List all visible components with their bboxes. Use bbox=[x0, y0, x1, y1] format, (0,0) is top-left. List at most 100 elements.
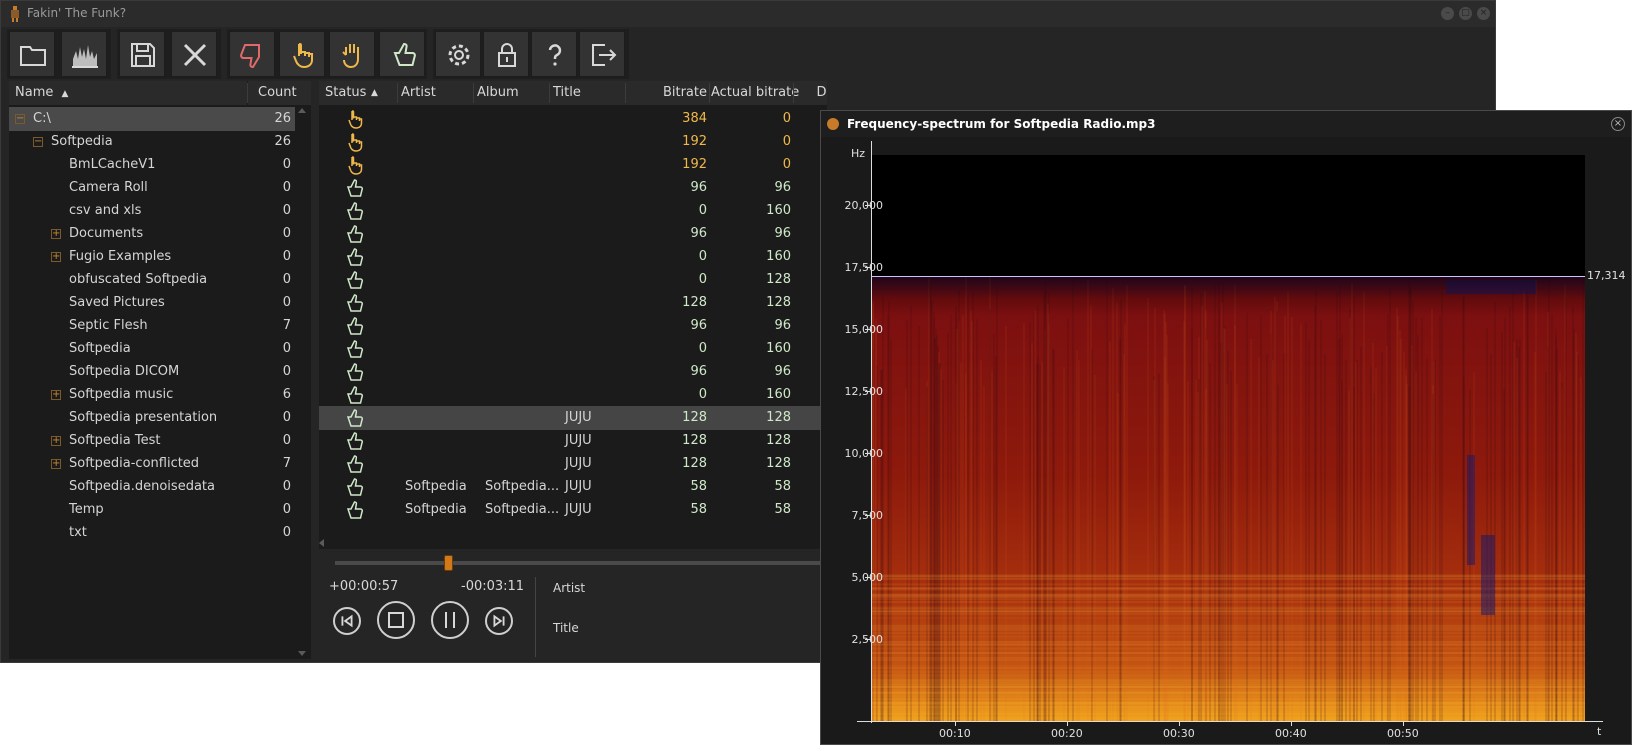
tree-item-label: Softpedia bbox=[69, 341, 131, 356]
settings-button[interactable] bbox=[435, 31, 481, 77]
table-row[interactable]: 0 128 bbox=[319, 268, 827, 292]
thumbs-up-icon bbox=[345, 201, 365, 221]
tree-item-count: 0 bbox=[282, 180, 291, 195]
previous-button[interactable] bbox=[333, 607, 361, 635]
table-row[interactable]: 0 160 bbox=[319, 199, 827, 223]
cutoff-line bbox=[871, 276, 1585, 277]
table-row[interactable]: 96 96 bbox=[319, 222, 827, 246]
table-row[interactable]: 96 96 bbox=[319, 176, 827, 200]
pointing-hand-icon bbox=[345, 155, 365, 175]
collapse-icon[interactable]: − bbox=[33, 137, 43, 147]
tree-item[interactable]: Softpedia DICOM 0 bbox=[9, 360, 295, 384]
tree-item[interactable]: + Documents 0 bbox=[9, 222, 295, 246]
cell-actual: 128 bbox=[766, 456, 791, 471]
table-row[interactable]: 128 128 bbox=[319, 291, 827, 315]
open-folder-button[interactable] bbox=[9, 31, 55, 77]
tree-scrollbar[interactable] bbox=[297, 107, 307, 657]
cell-artist: Softpedia bbox=[405, 479, 467, 494]
expand-icon[interactable]: + bbox=[51, 459, 61, 469]
tree-item-label: Softpedia DICOM bbox=[69, 364, 180, 379]
table-row[interactable]: 96 96 bbox=[319, 314, 827, 338]
table-row[interactable]: 192 0 bbox=[319, 130, 827, 154]
expand-icon[interactable]: + bbox=[51, 229, 61, 239]
expand-icon[interactable]: + bbox=[51, 436, 61, 446]
tree-item[interactable]: BmLCacheV1 0 bbox=[9, 153, 295, 177]
table-row[interactable]: 0 160 bbox=[319, 245, 827, 269]
tree-item[interactable]: + Softpedia Test 0 bbox=[9, 429, 295, 453]
tree-item[interactable]: + Fugio Examples 0 bbox=[9, 245, 295, 269]
column-separator bbox=[709, 83, 710, 103]
thumbs-down-button[interactable] bbox=[229, 31, 275, 77]
spectrum-title-bar: Frequency-spectrum for Softpedia Radio.m… bbox=[821, 111, 1631, 137]
pointing-hand-button[interactable] bbox=[279, 31, 325, 77]
tree-header-name[interactable]: Name ▲ bbox=[9, 81, 247, 105]
expand-icon[interactable]: + bbox=[51, 390, 61, 400]
cell-bitrate: 128 bbox=[682, 295, 707, 310]
stop-button[interactable] bbox=[377, 601, 415, 639]
table-row[interactable]: JUJU 128 128 bbox=[319, 406, 827, 430]
table-row[interactable]: Softpedia Softpedia... JUJU 58 58 bbox=[319, 498, 827, 522]
tree-item[interactable]: Softpedia 0 bbox=[9, 337, 295, 361]
help-button[interactable] bbox=[531, 31, 577, 77]
thumbs-up-button[interactable] bbox=[379, 31, 425, 77]
column-header[interactable]: Album bbox=[477, 81, 547, 105]
spectrum-button[interactable] bbox=[61, 31, 107, 77]
tree-item[interactable]: + Softpedia music 6 bbox=[9, 383, 295, 407]
pause-button[interactable] bbox=[431, 601, 469, 639]
tree-item[interactable]: Softpedia.denoisedata 0 bbox=[9, 475, 295, 499]
lock-button[interactable] bbox=[483, 31, 529, 77]
table-row[interactable]: 0 160 bbox=[319, 383, 827, 407]
column-header[interactable]: Status bbox=[325, 81, 395, 105]
close-icon[interactable]: × bbox=[1477, 7, 1490, 20]
cell-bitrate: 96 bbox=[690, 180, 707, 195]
minimize-icon[interactable]: – bbox=[1441, 7, 1454, 20]
tree-item[interactable]: txt 0 bbox=[9, 521, 295, 545]
column-header[interactable]: Bitrate bbox=[631, 81, 707, 105]
tree-item[interactable]: Temp 0 bbox=[9, 498, 295, 522]
table-row[interactable]: Softpedia Softpedia... JUJU 58 58 bbox=[319, 475, 827, 499]
seek-bar[interactable] bbox=[335, 561, 827, 565]
tree-item-label: obfuscated Softpedia bbox=[69, 272, 208, 287]
exit-button[interactable] bbox=[579, 31, 625, 77]
cell-actual: 96 bbox=[774, 180, 791, 195]
tree-item-count: 0 bbox=[282, 157, 291, 172]
save-button[interactable] bbox=[119, 31, 165, 77]
tree-item[interactable]: − Softpedia 26 bbox=[9, 130, 295, 154]
tree-item[interactable]: Septic Flesh 7 bbox=[9, 314, 295, 338]
table-row[interactable]: 96 96 bbox=[319, 360, 827, 384]
close-icon[interactable]: × bbox=[1611, 117, 1625, 131]
tree-item[interactable]: Softpedia presentation 0 bbox=[9, 406, 295, 430]
column-header[interactable]: Title bbox=[553, 81, 623, 105]
column-header[interactable]: Duration bbox=[793, 81, 827, 105]
tree-header-count[interactable]: Count bbox=[248, 81, 311, 105]
tree-item[interactable]: obfuscated Softpedia 0 bbox=[9, 268, 295, 292]
tree-item[interactable]: csv and xls 0 bbox=[9, 199, 295, 223]
table-row[interactable]: JUJU 128 128 bbox=[319, 429, 827, 453]
column-header[interactable]: Actual bitrate bbox=[711, 81, 799, 105]
stop-hand-icon bbox=[342, 44, 359, 69]
sort-up-icon: ▲ bbox=[61, 89, 69, 99]
maximize-icon[interactable]: □ bbox=[1459, 7, 1472, 20]
y-tick-mark bbox=[865, 205, 871, 206]
tree-item[interactable]: Saved Pictures 0 bbox=[9, 291, 295, 315]
stop-hand-button[interactable] bbox=[329, 31, 375, 77]
cell-bitrate: 128 bbox=[682, 433, 707, 448]
seek-handle[interactable] bbox=[444, 555, 453, 571]
next-button[interactable] bbox=[485, 607, 513, 635]
cell-actual: 96 bbox=[774, 226, 791, 241]
horizontal-scrollbar[interactable] bbox=[319, 537, 827, 549]
skip-forward-icon bbox=[493, 614, 505, 628]
cell-bitrate: 0 bbox=[698, 387, 707, 402]
table-row[interactable]: JUJU 128 128 bbox=[319, 452, 827, 476]
tree-item[interactable]: + Softpedia-conflicted 7 bbox=[9, 452, 295, 476]
table-row[interactable]: 192 0 bbox=[319, 153, 827, 177]
tree-item[interactable]: Camera Roll 0 bbox=[9, 176, 295, 200]
table-row[interactable]: 0 160 bbox=[319, 337, 827, 361]
tree-item-label: Softpedia.denoisedata bbox=[69, 479, 215, 494]
tree-item[interactable]: − C:\ 26 bbox=[9, 107, 295, 131]
expand-icon[interactable]: + bbox=[51, 252, 61, 262]
clear-button[interactable] bbox=[171, 31, 217, 77]
collapse-icon[interactable]: − bbox=[15, 114, 25, 124]
column-header[interactable]: Artist bbox=[401, 81, 471, 105]
table-row[interactable]: 384 0 bbox=[319, 107, 827, 131]
